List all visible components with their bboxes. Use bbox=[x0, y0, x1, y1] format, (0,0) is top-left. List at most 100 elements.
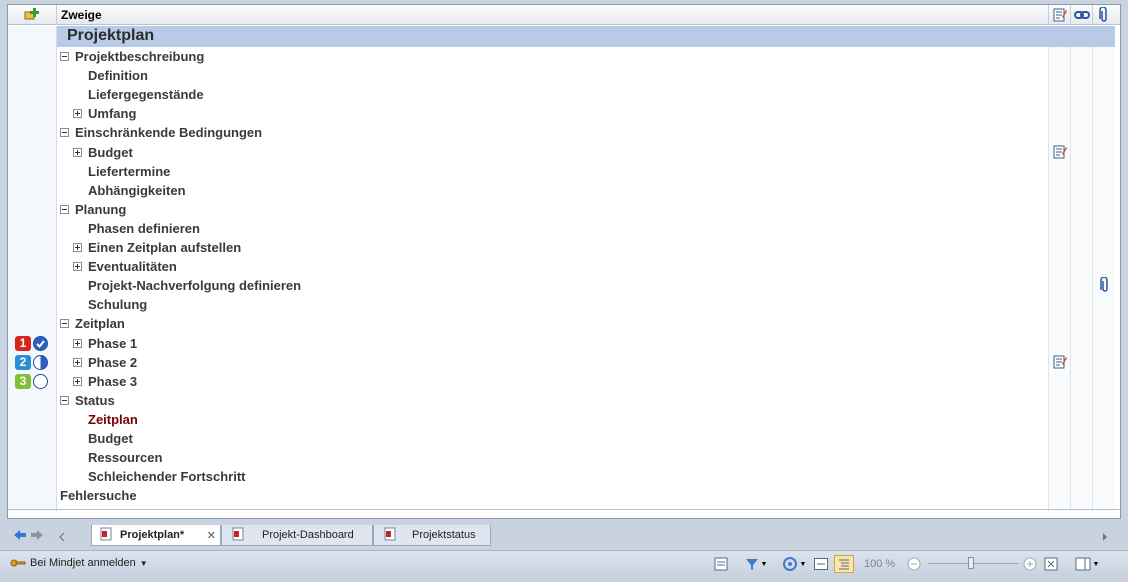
fit-map-icon[interactable] bbox=[1042, 555, 1060, 573]
collapse-icon[interactable] bbox=[60, 128, 69, 138]
topic-row[interactable]: Planung bbox=[60, 200, 126, 219]
topic-label[interactable]: Liefertermine bbox=[88, 164, 170, 179]
outline-body: Projektplan Projektbeschreibung Definitio… bbox=[8, 26, 1120, 511]
expand-icon[interactable] bbox=[73, 376, 82, 386]
collapse-icon[interactable] bbox=[60, 204, 69, 214]
forward-arrow-icon[interactable] bbox=[30, 528, 44, 546]
zoom-out-icon[interactable] bbox=[906, 555, 922, 573]
topic-label[interactable]: Liefergegenstände bbox=[88, 87, 204, 102]
topic-row[interactable]: Liefergegenstände bbox=[73, 85, 204, 104]
close-tab-icon[interactable]: ✕ bbox=[207, 529, 216, 542]
tab-projektplan[interactable]: Projektplan* ✕ bbox=[91, 525, 221, 546]
filter-button[interactable]: ▼ bbox=[742, 555, 770, 573]
expand-icon[interactable] bbox=[73, 243, 82, 252]
topic-row[interactable]: Fehlersuche bbox=[60, 486, 137, 505]
topic-label[interactable]: Eventualitäten bbox=[88, 259, 177, 274]
topic-row[interactable]: Phase 1 bbox=[73, 334, 137, 353]
topic-label[interactable]: Budget bbox=[88, 431, 133, 446]
progress-complete-icon[interactable] bbox=[33, 335, 48, 351]
topic-label[interactable]: Umfang bbox=[88, 106, 136, 121]
topic-row[interactable]: Umfang bbox=[73, 104, 136, 123]
link-column-icon[interactable] bbox=[1070, 5, 1092, 25]
page-view-icon[interactable] bbox=[712, 555, 730, 573]
topic-row[interactable]: Einen Zeitplan aufstellen bbox=[73, 238, 241, 257]
expand-icon[interactable] bbox=[73, 109, 82, 119]
document-icon bbox=[232, 527, 244, 544]
tab-scroll-left-icon[interactable] bbox=[58, 529, 66, 547]
topic-label[interactable]: Ressourcen bbox=[88, 450, 162, 465]
tab-scroll-right-icon[interactable] bbox=[1101, 529, 1109, 547]
collapse-icon[interactable] bbox=[60, 52, 69, 61]
column-header-branches[interactable]: Zweige bbox=[61, 8, 102, 22]
priority-3-icon[interactable]: 3 bbox=[15, 373, 31, 389]
topic-label[interactable]: Fehlersuche bbox=[60, 488, 137, 503]
topic-label[interactable]: Schulung bbox=[88, 297, 147, 312]
tab-projektstatus[interactable]: Projektstatus bbox=[373, 525, 491, 546]
zoom-in-icon[interactable] bbox=[1022, 555, 1038, 573]
topic-label[interactable]: Projekt-Nachverfolgung definieren bbox=[88, 278, 301, 293]
progress-half-icon[interactable] bbox=[33, 354, 48, 370]
notes-icon[interactable] bbox=[1053, 145, 1067, 159]
topic-label[interactable]: Abhängigkeiten bbox=[88, 183, 186, 198]
map-view-icon[interactable] bbox=[812, 555, 830, 573]
topic-label[interactable]: Phase 2 bbox=[88, 355, 137, 370]
topic-label[interactable]: Phase 1 bbox=[88, 336, 137, 351]
collapse-icon[interactable] bbox=[60, 319, 69, 329]
expand-icon[interactable] bbox=[73, 338, 82, 348]
central-topic-row[interactable]: Projektplan bbox=[57, 26, 1115, 47]
paperclip-icon[interactable] bbox=[1100, 276, 1110, 299]
topic-row[interactable]: Einschränkende Bedingungen bbox=[60, 123, 262, 142]
tab-projekt-dashboard[interactable]: Projekt-Dashboard bbox=[221, 525, 373, 546]
topic-label[interactable]: Planung bbox=[75, 202, 126, 217]
topic-row[interactable]: Budget bbox=[73, 429, 133, 448]
topic-row[interactable]: Phasen definieren bbox=[73, 219, 200, 238]
topic-label[interactable]: Phase 3 bbox=[88, 374, 137, 389]
link-column bbox=[1070, 26, 1092, 511]
topic-label[interactable]: Zeitplan bbox=[88, 412, 138, 427]
topic-row[interactable]: Zeitplan bbox=[60, 314, 125, 333]
expand-icon[interactable] bbox=[73, 357, 82, 367]
progress-none-icon[interactable] bbox=[33, 373, 48, 389]
topic-label[interactable]: Zeitplan bbox=[75, 316, 125, 331]
topic-label[interactable]: Budget bbox=[88, 145, 133, 160]
notes-column-icon[interactable] bbox=[1048, 5, 1070, 25]
outline-view-icon[interactable] bbox=[834, 555, 854, 573]
topic-row[interactable]: Schulung bbox=[73, 295, 147, 314]
tab-label: Projektplan* bbox=[120, 529, 185, 541]
add-topic-icon[interactable] bbox=[8, 5, 57, 25]
topic-label[interactable]: Einschränkende Bedingungen bbox=[75, 125, 262, 140]
mindjet-login-button[interactable]: Bei Mindjet anmelden ▼ bbox=[10, 557, 148, 569]
focus-button[interactable]: ▼ bbox=[780, 555, 808, 573]
expand-icon[interactable] bbox=[73, 147, 82, 157]
topic-label[interactable]: Status bbox=[75, 393, 115, 408]
topic-row[interactable]: Definition bbox=[73, 66, 148, 85]
attachment-column-icon[interactable] bbox=[1092, 5, 1114, 25]
topic-label[interactable]: Einen Zeitplan aufstellen bbox=[88, 240, 241, 255]
topic-row[interactable]: Phase 2 bbox=[73, 353, 137, 372]
topic-row[interactable]: Schleichender Fortschritt bbox=[73, 467, 245, 486]
topic-label[interactable]: Definition bbox=[88, 68, 148, 83]
zoom-slider[interactable] bbox=[928, 555, 1018, 573]
topic-label[interactable]: Phasen definieren bbox=[88, 221, 200, 236]
notes-icon[interactable] bbox=[1053, 355, 1067, 369]
expand-icon[interactable] bbox=[73, 262, 82, 272]
topic-row[interactable]: Liefertermine bbox=[73, 162, 170, 181]
topic-row[interactable]: Abhängigkeiten bbox=[73, 181, 186, 200]
topic-row[interactable]: Eventualitäten bbox=[73, 257, 177, 276]
collapse-icon[interactable] bbox=[60, 395, 69, 405]
topic-row[interactable]: Zeitplan bbox=[73, 410, 138, 429]
topic-row[interactable]: Status bbox=[60, 391, 115, 410]
topic-row[interactable]: Budget bbox=[73, 143, 133, 162]
priority-1-icon[interactable]: 1 bbox=[15, 335, 31, 351]
zoom-slider-thumb[interactable] bbox=[968, 557, 974, 569]
task-pane-button[interactable]: ▼ bbox=[1072, 555, 1102, 573]
topic-label[interactable]: Schleichender Fortschritt bbox=[88, 469, 245, 484]
topic-row[interactable]: Phase 3 bbox=[73, 372, 137, 391]
central-topic-title[interactable]: Projektplan bbox=[67, 27, 154, 45]
back-arrow-icon[interactable] bbox=[13, 528, 27, 546]
topic-label[interactable]: Projektbeschreibung bbox=[75, 49, 204, 64]
topic-row[interactable]: Ressourcen bbox=[73, 448, 162, 467]
priority-2-icon[interactable]: 2 bbox=[15, 354, 31, 370]
topic-row[interactable]: Projekt-Nachverfolgung definieren bbox=[73, 276, 301, 295]
topic-row[interactable]: Projektbeschreibung bbox=[60, 47, 204, 66]
